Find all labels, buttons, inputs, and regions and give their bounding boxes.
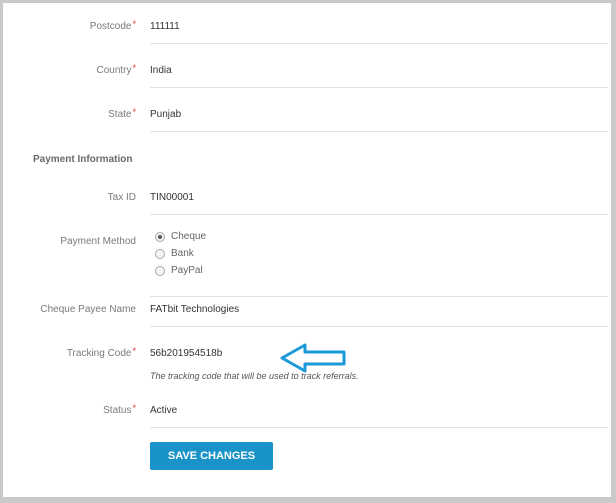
radio-selected-icon[interactable] bbox=[155, 231, 165, 242]
cheque-payee-field[interactable]: FATbit Technologies bbox=[150, 304, 608, 327]
payment-method-option-paypal[interactable]: PayPal bbox=[155, 262, 206, 279]
country-select[interactable]: India bbox=[150, 65, 608, 88]
arrow-left-icon bbox=[280, 343, 346, 373]
postcode-field[interactable]: 111111 bbox=[150, 21, 608, 44]
tax-id-label: Tax ID bbox=[107, 192, 136, 203]
cheque-payee-label: Cheque Payee Name bbox=[40, 304, 136, 315]
state-select[interactable]: Punjab bbox=[150, 109, 608, 132]
required-marker: * bbox=[132, 403, 136, 413]
payment-method-radio-group: Cheque Bank PayPal bbox=[155, 228, 206, 279]
radio-unselected-icon[interactable] bbox=[155, 265, 165, 276]
tracking-code-field[interactable]: 56b201954518b bbox=[150, 348, 608, 359]
required-marker: * bbox=[132, 346, 136, 356]
save-changes-button[interactable]: SAVE CHANGES bbox=[150, 442, 273, 470]
divider bbox=[150, 296, 608, 297]
postcode-label: Postcode* bbox=[89, 19, 136, 32]
radio-unselected-icon[interactable] bbox=[155, 248, 165, 259]
payment-method-option-cheque[interactable]: Cheque bbox=[155, 228, 206, 245]
state-label: State* bbox=[108, 107, 136, 120]
required-marker: * bbox=[132, 63, 136, 73]
tax-id-field[interactable]: TIN00001 bbox=[150, 192, 608, 215]
country-label: Country* bbox=[96, 63, 136, 76]
payment-method-option-bank[interactable]: Bank bbox=[155, 245, 206, 262]
status-label: Status* bbox=[103, 403, 136, 416]
payment-section-title: Payment Information bbox=[33, 154, 133, 165]
required-marker: * bbox=[132, 107, 136, 117]
status-select[interactable]: Active bbox=[150, 405, 608, 428]
payment-method-option-label: Cheque bbox=[171, 231, 207, 242]
payment-method-label: Payment Method bbox=[60, 236, 136, 247]
required-marker: * bbox=[132, 19, 136, 29]
account-form-panel: Postcode* 111111 Country* India State* P… bbox=[3, 3, 611, 497]
tracking-code-label: Tracking Code* bbox=[66, 346, 136, 359]
payment-method-option-label: PayPal bbox=[171, 265, 203, 276]
payment-method-option-label: Bank bbox=[171, 248, 194, 259]
